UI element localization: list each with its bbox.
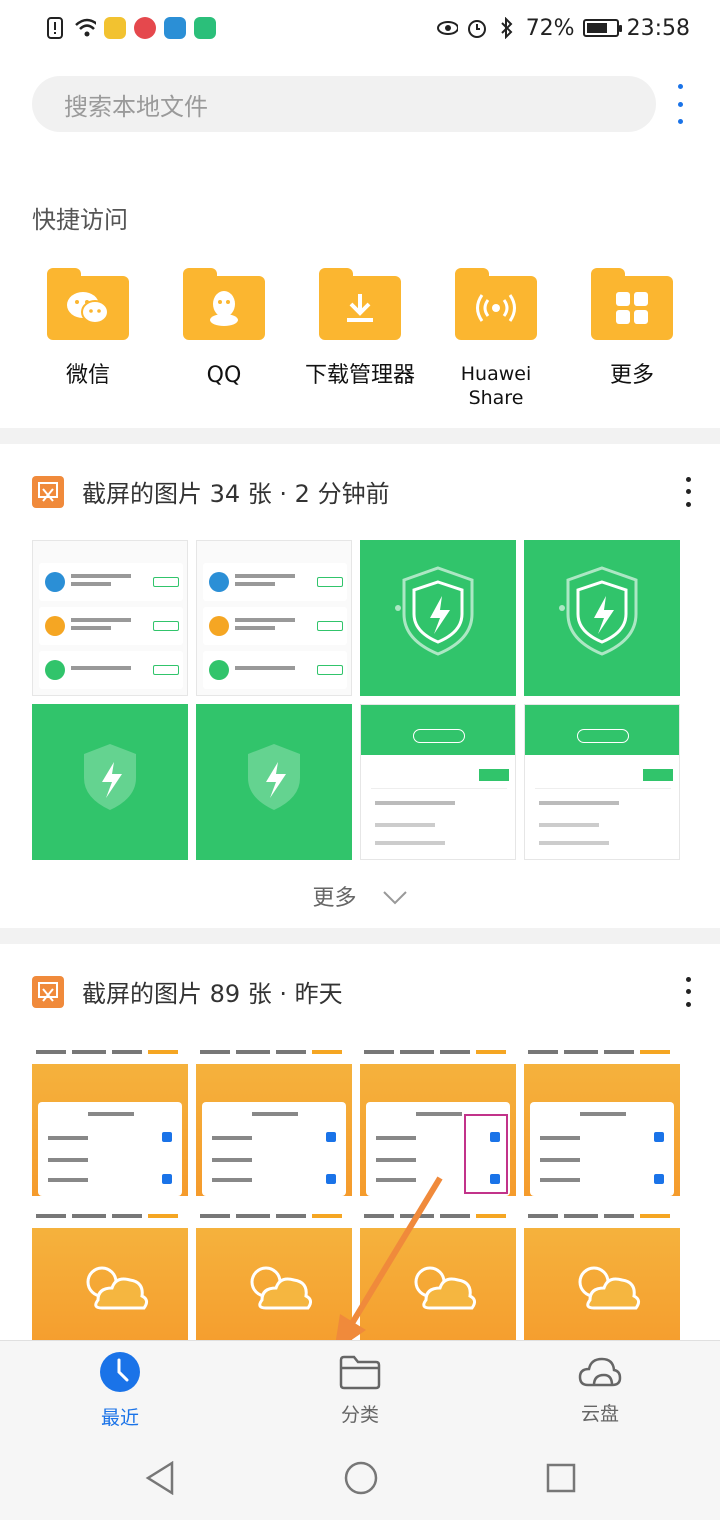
tab-label: 最近 [100, 1407, 139, 1429]
screenshot-thumbnail[interactable] [524, 1204, 680, 1360]
tab-cloud[interactable]: 云盘 [480, 1341, 720, 1440]
quick-access-huawei-share[interactable]: Huawei Share [428, 268, 564, 410]
wifi-icon [74, 17, 96, 39]
section-header: 截屏的图片 34 张 · 2 分钟前 [32, 474, 692, 509]
section-title: 截屏的图片 89 张 · 昨天 [82, 980, 343, 1008]
download-folder-icon [319, 268, 401, 340]
tab-categories[interactable]: 分类 [240, 1341, 480, 1440]
screenshot-thumbnail[interactable] [196, 540, 352, 696]
show-more-button[interactable]: 更多 [0, 880, 720, 912]
screenshot-icon [32, 475, 64, 508]
battery-percent: 72% [525, 15, 575, 41]
search-placeholder: 搜索本地文件 [64, 92, 208, 121]
annotation-arrow [330, 1170, 450, 1364]
quick-access-qq[interactable]: QQ [156, 268, 292, 410]
section-more-button[interactable] [684, 976, 692, 1007]
security-app-icon [194, 17, 216, 39]
qq-folder-icon [183, 268, 265, 340]
battery-icon [582, 19, 622, 37]
quick-access-row: 微信 QQ 下载管理器 Huawei Share 更多 [20, 268, 700, 410]
screenshot-thumbnail[interactable] [196, 1040, 352, 1196]
quick-access-label: Huawei Share [461, 362, 531, 410]
section-more-button[interactable] [684, 476, 692, 507]
eye-icon [436, 17, 458, 39]
home-icon[interactable] [344, 1461, 378, 1499]
bluetooth-icon [496, 17, 518, 39]
quick-access-label: 更多 [609, 363, 654, 388]
chevron-down-icon [382, 887, 408, 912]
tab-label: 分类 [340, 1404, 379, 1426]
screenshot-thumbnail[interactable] [360, 704, 516, 860]
screenshot-thumbnail[interactable] [32, 540, 188, 696]
status-bar: 72% 23:58 [0, 0, 720, 56]
search-input[interactable]: 搜索本地文件 [32, 76, 656, 132]
quick-access-more[interactable]: 更多 [564, 268, 700, 410]
label-line-1: Huawei [460, 363, 532, 385]
folder-icon [339, 1354, 381, 1394]
share-wave-folder-icon [455, 268, 537, 340]
show-more-label: 更多 [312, 886, 357, 911]
section-header: 截屏的图片 89 张 · 昨天 [32, 974, 692, 1009]
music-app-icon [134, 17, 156, 39]
section-title: 截屏的图片 34 张 · 2 分钟前 [82, 480, 390, 508]
back-icon[interactable] [144, 1460, 176, 1499]
clock-icon [99, 1351, 141, 1397]
screenshot-thumbnail[interactable] [32, 1040, 188, 1196]
quick-access-title: 快捷访问 [32, 206, 128, 234]
screenshot-thumbnail[interactable] [196, 704, 352, 860]
section-divider [0, 928, 720, 944]
quick-access-wechat[interactable]: 微信 [20, 268, 156, 410]
quick-access-label: 下载管理器 [304, 363, 415, 388]
grid-folder-icon [591, 268, 673, 340]
tab-label: 云盘 [580, 1403, 619, 1425]
quick-access-label: QQ [206, 363, 242, 388]
quick-access-download-manager[interactable]: 下载管理器 [292, 268, 428, 410]
bottom-navigation: 最近 分类 云盘 [0, 1340, 720, 1440]
label-line-2: Share [468, 387, 524, 409]
screenshot-thumbnail[interactable] [524, 1040, 680, 1196]
screenshot-thumbnail[interactable] [32, 1204, 188, 1360]
tab-recent[interactable]: 最近 [0, 1341, 240, 1440]
alarm-icon [466, 17, 488, 39]
screenshot-icon [32, 975, 64, 1008]
screenshot-thumbnail[interactable] [524, 704, 680, 860]
recents-icon[interactable] [546, 1463, 576, 1497]
cloud-icon [578, 1355, 622, 1393]
screenshot-thumbnail[interactable] [524, 540, 680, 696]
more-options-button[interactable] [668, 84, 692, 124]
thumbnail-grid [32, 540, 680, 860]
alert-icon [44, 17, 66, 39]
clock-time: 23:58 [626, 15, 690, 41]
message-app-icon [164, 17, 186, 39]
screenshot-thumbnail[interactable] [360, 540, 516, 696]
quick-access-label: 微信 [65, 363, 110, 388]
wechat-folder-icon [47, 268, 129, 340]
section-divider [0, 428, 720, 444]
screenshot-thumbnail[interactable] [32, 704, 188, 860]
app-notification-icon [104, 17, 126, 39]
screenshot-thumbnail[interactable] [196, 1204, 352, 1360]
system-navigation-bar [0, 1440, 720, 1520]
